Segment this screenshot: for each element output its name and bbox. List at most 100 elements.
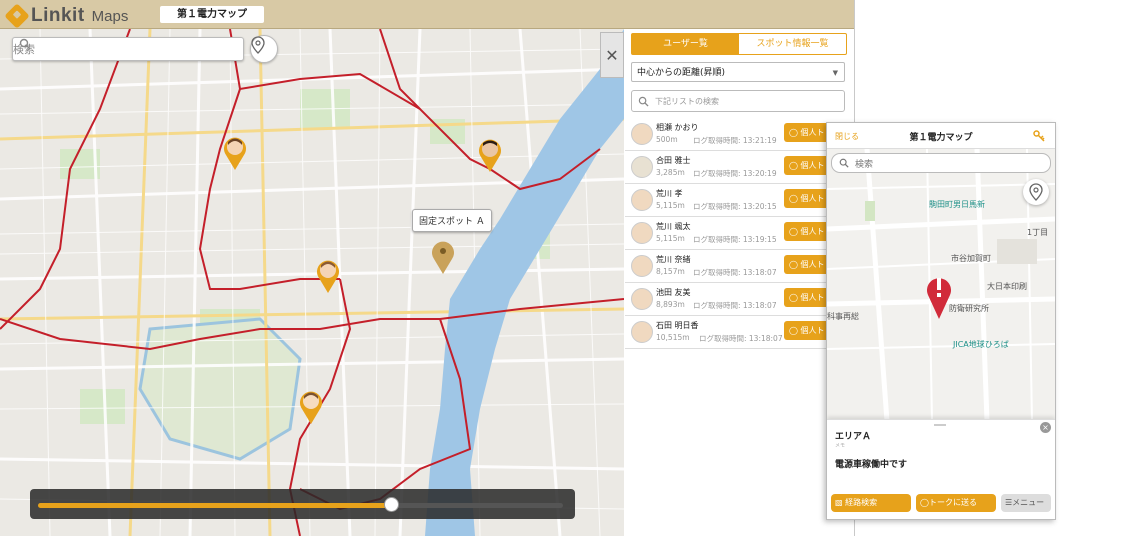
send-to-talk-button[interactable]: ◯トークに送る bbox=[916, 494, 996, 512]
mobile-location-button[interactable] bbox=[1023, 179, 1049, 205]
avatar bbox=[631, 288, 653, 310]
user-pin-marker[interactable] bbox=[315, 258, 341, 294]
timeline-slider[interactable] bbox=[30, 489, 575, 519]
user-pin-marker[interactable] bbox=[298, 389, 324, 425]
alert-pin-icon[interactable] bbox=[924, 271, 954, 321]
timeline-handle[interactable] bbox=[383, 497, 399, 512]
area-status: 電源車稼働中です bbox=[835, 460, 908, 470]
user-list: 相瀬 かおり 500m ログ取得時間: 13:21:19 ◯ 個人ト 合田 雅士… bbox=[625, 118, 854, 349]
timeline-track[interactable] bbox=[38, 503, 563, 508]
user-log-time: ログ取得時間: 13:18:07 bbox=[699, 334, 783, 343]
brand-sub: Maps bbox=[91, 7, 129, 25]
list-filter-placeholder: 下記リストの検索 bbox=[655, 96, 719, 106]
user-distance: 5,115m bbox=[656, 201, 685, 210]
user-distance: 3,285m bbox=[656, 168, 685, 177]
map-label: 科事再総 bbox=[827, 312, 859, 321]
list-item[interactable]: 相瀬 かおり 500m ログ取得時間: 13:21:19 ◯ 個人ト bbox=[625, 118, 854, 151]
mobile-header: 閉じる 第１電力マップ bbox=[827, 123, 1055, 149]
area-name: エリアＡ bbox=[835, 432, 872, 442]
desktop-app: Linkit Maps 第１電力マップ 検索 ✕ 固定スポット Ａ ユーザー覧 … bbox=[0, 0, 855, 536]
avatar bbox=[631, 156, 653, 178]
brand-mark-icon bbox=[4, 3, 30, 29]
sort-select[interactable]: 中心からの距離(昇順) ▼ bbox=[631, 62, 845, 82]
map-title-tab[interactable]: 第１電力マップ bbox=[160, 6, 264, 23]
list-item[interactable]: 石田 明日香 10,515m ログ取得時間: 13:18:07 ◯ 個人ト bbox=[625, 316, 854, 349]
map-search-box[interactable]: 検索 bbox=[12, 37, 244, 61]
list-item[interactable]: 合田 雅士 3,285m ログ取得時間: 13:20:19 ◯ 個人ト bbox=[625, 151, 854, 184]
close-panel-button[interactable]: ✕ bbox=[600, 32, 624, 78]
sort-value: 中心からの距離(昇順) bbox=[637, 68, 726, 78]
user-log-time: ログ取得時間: 13:18:07 bbox=[693, 301, 777, 310]
tab-spot-list[interactable]: スポット情報一覧 bbox=[739, 34, 846, 54]
chat-icon: ◯ bbox=[789, 161, 798, 170]
user-name: 荒川 奈緒 bbox=[656, 255, 691, 264]
brand-name: Linkit bbox=[31, 5, 85, 26]
close-icon: ✕ bbox=[605, 45, 619, 65]
user-name: 荒川 孝 bbox=[656, 189, 683, 198]
current-location-button[interactable] bbox=[250, 35, 278, 63]
map-canvas bbox=[0, 29, 624, 536]
map-view[interactable]: 検索 ✕ 固定スポット Ａ bbox=[0, 29, 624, 536]
mobile-search-box[interactable]: 検索 bbox=[831, 153, 1051, 173]
avatar bbox=[631, 321, 653, 343]
user-distance: 8,157m bbox=[656, 267, 685, 276]
user-log-time: ログ取得時間: 13:18:07 bbox=[693, 268, 777, 277]
user-name: 石田 明日香 bbox=[656, 321, 699, 330]
user-name: 相瀬 かおり bbox=[656, 123, 699, 132]
map-label: JICA地球ひろば bbox=[953, 340, 1009, 349]
user-log-time: ログ取得時間: 13:21:19 bbox=[693, 136, 777, 145]
mobile-map-view[interactable]: 検索 駒田町男日馬新 1丁目 市谷加賀町 大日本印刷 防衛研究所 科事再総 JI… bbox=[827, 149, 1055, 421]
timeline-progress bbox=[38, 503, 390, 508]
user-distance: 8,893m bbox=[656, 300, 685, 309]
avatar bbox=[631, 123, 653, 145]
mobile-search-placeholder: 検索 bbox=[855, 159, 874, 170]
panel-tabs: ユーザー覧 スポット情報一覧 bbox=[631, 33, 847, 55]
search-icon bbox=[839, 158, 849, 168]
list-item[interactable]: 荒川 孝 5,115m ログ取得時間: 13:20:15 ◯ 個人ト bbox=[625, 184, 854, 217]
list-item[interactable]: 荒川 颯太 5,115m ログ取得時間: 13:19:15 ◯ 個人ト bbox=[625, 217, 854, 250]
user-distance: 5,115m bbox=[656, 234, 685, 243]
list-item[interactable]: 池田 友美 8,893m ログ取得時間: 13:18:07 ◯ 個人ト bbox=[625, 283, 854, 316]
sheet-handle[interactable] bbox=[934, 424, 946, 426]
user-log-time: ログ取得時間: 13:19:15 bbox=[693, 235, 777, 244]
location-pin-icon bbox=[251, 36, 265, 54]
map-label: 市谷加賀町 bbox=[951, 254, 991, 263]
user-log-time: ログ取得時間: 13:20:19 bbox=[693, 169, 777, 178]
menu-button[interactable]: ☰メニュー bbox=[1001, 494, 1051, 512]
user-name: 荒川 颯太 bbox=[656, 222, 691, 231]
mobile-preview: 閉じる 第１電力マップ 検索 駒田町男日馬新 1丁目 市谷加賀町 大日本印刷 防… bbox=[826, 122, 1056, 520]
list-item[interactable]: 荒川 奈緒 8,157m ログ取得時間: 13:18:07 ◯ 個人ト bbox=[625, 250, 854, 283]
user-distance: 10,515m bbox=[656, 333, 690, 342]
chat-icon: ◯ bbox=[789, 326, 798, 335]
avatar bbox=[631, 189, 653, 211]
side-panel: ユーザー覧 スポット情報一覧 中心からの距離(昇順) ▼ 下記リストの検索 相瀬… bbox=[625, 29, 854, 536]
area-detail-sheet: エリアＡ メモ 電源車稼働中です × ▧ 経路検索 ◯トークに送る ☰メニュー bbox=[827, 419, 1055, 519]
key-icon[interactable] bbox=[1033, 130, 1045, 142]
close-icon[interactable]: × bbox=[1040, 422, 1051, 433]
fixed-spot-marker[interactable] bbox=[430, 239, 456, 275]
user-distance: 500m bbox=[656, 135, 678, 144]
chat-icon: ◯ bbox=[920, 498, 929, 507]
brand-logo: Linkit Maps bbox=[4, 3, 129, 29]
user-name: 池田 友美 bbox=[656, 288, 691, 297]
search-icon bbox=[638, 96, 649, 107]
location-pin-icon bbox=[1029, 183, 1043, 201]
user-log-time: ログ取得時間: 13:20:15 bbox=[693, 202, 777, 211]
user-name: 合田 雅士 bbox=[656, 156, 691, 165]
avatar bbox=[631, 222, 653, 244]
map-label: 防衛研究所 bbox=[949, 304, 989, 313]
user-pin-marker[interactable] bbox=[477, 137, 503, 173]
chat-icon: ◯ bbox=[789, 128, 798, 137]
chat-icon: ◯ bbox=[789, 194, 798, 203]
fixed-spot-label: 固定スポット Ａ bbox=[412, 209, 492, 232]
map-icon: ▧ bbox=[835, 498, 843, 507]
map-label: 1丁目 bbox=[1027, 228, 1049, 237]
memo-label: メモ bbox=[835, 443, 846, 449]
avatar bbox=[631, 255, 653, 277]
user-pin-marker[interactable] bbox=[222, 135, 248, 171]
chat-icon: ◯ bbox=[789, 293, 798, 302]
tab-user-list[interactable]: ユーザー覧 bbox=[632, 34, 739, 54]
route-search-button[interactable]: ▧ 経路検索 bbox=[831, 494, 911, 512]
chat-icon: ◯ bbox=[789, 227, 798, 236]
list-filter-input[interactable]: 下記リストの検索 bbox=[631, 90, 845, 112]
